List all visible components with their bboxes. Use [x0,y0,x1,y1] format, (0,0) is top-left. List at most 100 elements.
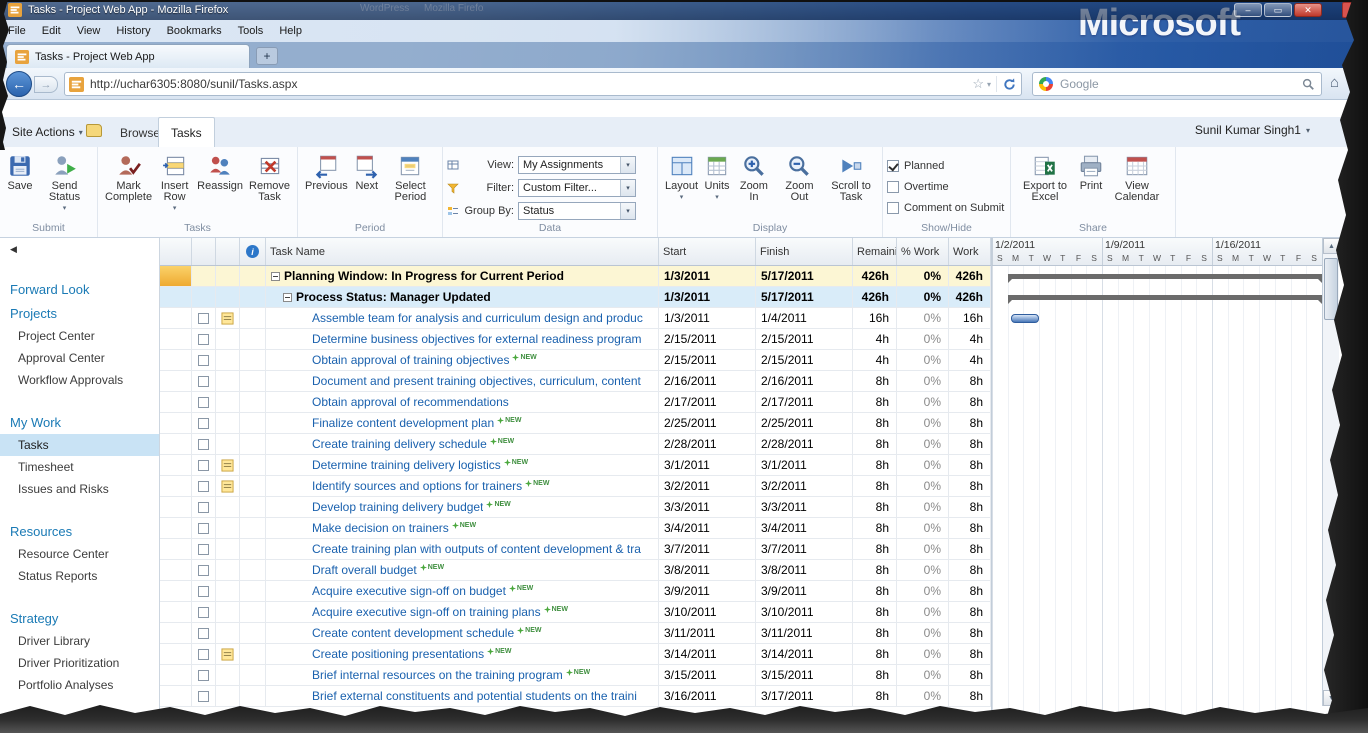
collapse-icon[interactable] [283,292,292,302]
bookmark-star-icon[interactable]: ☆ [972,76,984,92]
work-cell[interactable]: 4h [949,329,991,349]
finish-cell[interactable]: 3/17/2011 [756,686,853,706]
save-button[interactable]: Save [4,151,36,192]
gantt-summary-bar[interactable] [1007,274,1322,283]
work-cell[interactable]: 8h [949,602,991,622]
remaining-work-cell[interactable]: 4h [853,329,897,349]
menu-edit[interactable]: Edit [34,25,69,37]
finish-cell[interactable]: 5/17/2011 [756,287,853,307]
start-cell[interactable]: 2/16/2011 [659,371,756,391]
finish-cell[interactable]: 3/4/2011 [756,518,853,538]
task-name-cell[interactable]: Brief internal resources on the training… [266,665,659,685]
work-cell[interactable]: 8h [949,371,991,391]
finish-cell[interactable]: 3/10/2011 [756,602,853,622]
home-icon[interactable]: ⌂ [1330,74,1339,91]
search-input[interactable]: Google [1060,77,1301,91]
zoom-in-button[interactable]: Zoom In [733,151,775,203]
row-selector[interactable] [160,287,192,307]
grid-header-finish[interactable]: Finish [756,238,853,265]
new-tab-button[interactable]: + [256,47,278,65]
finish-cell[interactable]: 3/9/2011 [756,581,853,601]
row-selector[interactable] [160,665,192,685]
remaining-work-cell[interactable]: 8h [853,455,897,475]
scroll-to-task-button[interactable]: Scroll to Task [824,151,878,203]
row-selector[interactable] [160,686,192,706]
row-selector[interactable] [160,392,192,412]
units-button[interactable]: Units ▾ [701,151,733,201]
forward-button[interactable]: → [34,76,58,93]
finish-cell[interactable]: 2/28/2011 [756,434,853,454]
gantt-task-bar[interactable] [1010,314,1040,323]
remaining-work-cell[interactable]: 8h [853,497,897,517]
dropdown-view[interactable]: My Assignments ▾ [518,155,636,174]
sidebar-item-approval-center[interactable]: Approval Center [0,347,159,369]
finish-cell[interactable]: 5/17/2011 [756,266,853,286]
menu-history[interactable]: History [108,25,158,37]
mark-complete-button[interactable]: Mark Complete [102,151,155,203]
percent-work-cell[interactable]: 0% [897,371,949,391]
remaining-work-cell[interactable]: 8h [853,371,897,391]
row-selector[interactable] [160,329,192,349]
menu-bookmarks[interactable]: Bookmarks [159,25,230,37]
percent-work-cell[interactable]: 0% [897,350,949,370]
percent-work-cell[interactable]: 0% [897,455,949,475]
remaining-work-cell[interactable]: 426h [853,266,897,286]
row-selector[interactable] [160,434,192,454]
task-name-cell[interactable]: Create content development schedule NEW [266,623,659,643]
finish-cell[interactable]: 3/14/2011 [756,644,853,664]
row-checkbox[interactable] [198,354,209,366]
task-name-cell[interactable]: Assemble team for analysis and curriculu… [266,308,659,328]
start-cell[interactable]: 2/15/2011 [659,350,756,370]
row-checkbox[interactable] [198,312,209,324]
work-cell[interactable]: 8h [949,392,991,412]
work-cell[interactable]: 8h [949,497,991,517]
finish-cell[interactable]: 3/2/2011 [756,476,853,496]
task-name-cell[interactable]: Brief external constituents and potentia… [266,686,659,706]
sidebar-collapse-icon[interactable]: ◀ [10,244,17,255]
row-checkbox[interactable] [198,690,209,702]
task-name-cell[interactable]: Determine training delivery logistics NEW [266,455,659,475]
sidebar-item-project-center[interactable]: Project Center [0,325,159,347]
row-checkbox[interactable] [198,669,209,681]
sidebar-item-status-reports[interactable]: Status Reports [0,565,159,587]
task-name-cell[interactable]: Acquire executive sign-off on training p… [266,602,659,622]
start-cell[interactable]: 3/14/2011 [659,644,756,664]
work-cell[interactable]: 8h [949,581,991,601]
view-calendar-button[interactable]: View Calendar [1107,151,1167,203]
row-selector[interactable] [160,518,192,538]
row-selector[interactable] [160,476,192,496]
percent-work-cell[interactable]: 0% [897,476,949,496]
start-cell[interactable]: 3/11/2011 [659,623,756,643]
zoom-out-button[interactable]: Zoom Out [775,151,824,203]
remaining-work-cell[interactable]: 8h [853,644,897,664]
dropdown-filter[interactable]: Custom Filter... ▾ [518,178,636,197]
work-cell[interactable]: 426h [949,266,991,286]
start-cell[interactable]: 3/7/2011 [659,539,756,559]
row-selector[interactable] [160,308,192,328]
browser-tab[interactable]: Tasks - Project Web App [6,44,250,68]
work-cell[interactable]: 8h [949,413,991,433]
search-icon[interactable] [1301,77,1315,91]
next-button[interactable]: Next [351,151,383,192]
finish-cell[interactable]: 3/8/2011 [756,560,853,580]
sidebar-heading-projects[interactable]: Projects [0,303,159,325]
percent-work-cell[interactable]: 0% [897,413,949,433]
grid-header-start[interactable]: Start [659,238,756,265]
finish-cell[interactable]: 3/3/2011 [756,497,853,517]
finish-cell[interactable]: 3/1/2011 [756,455,853,475]
row-checkbox[interactable] [198,459,209,471]
remaining-work-cell[interactable]: 8h [853,665,897,685]
user-menu[interactable]: Sunil Kumar Singh1 ▾ [1195,123,1310,137]
percent-work-cell[interactable]: 0% [897,329,949,349]
grid-header-work[interactable]: Work [949,238,991,265]
start-cell[interactable]: 2/25/2011 [659,413,756,433]
task-name-cell[interactable]: Document and present training objectives… [266,371,659,391]
grid-header-task-name[interactable]: Task Name [266,238,659,265]
row-checkbox[interactable] [198,501,209,513]
remaining-work-cell[interactable]: 8h [853,434,897,454]
task-name-cell[interactable]: Determine business objectives for extern… [266,329,659,349]
row-selector[interactable] [160,455,192,475]
start-cell[interactable]: 2/15/2011 [659,329,756,349]
row-checkbox[interactable] [198,648,209,660]
row-checkbox[interactable] [198,543,209,555]
